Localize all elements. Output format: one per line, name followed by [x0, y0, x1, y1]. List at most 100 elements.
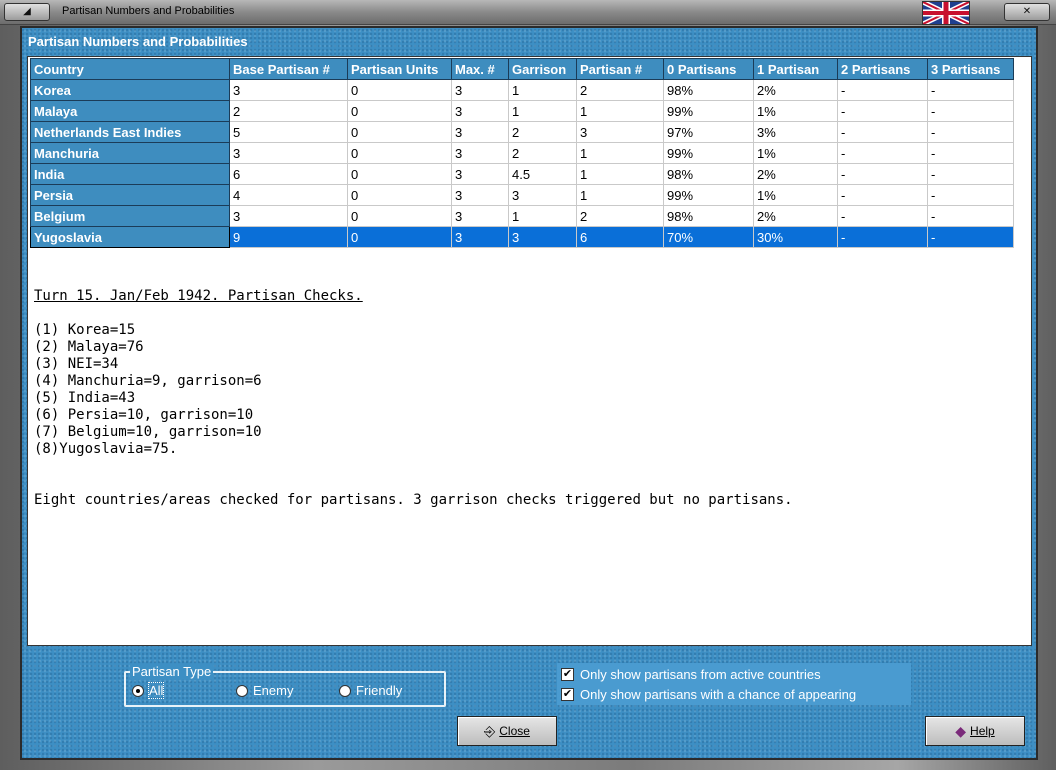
table-row[interactable]: Malaya 2 0 3 1 1 99% 1% - -	[30, 100, 1014, 122]
radio-all-label: All	[147, 682, 165, 699]
table-cell: 2%	[753, 79, 838, 101]
table-cell: 4.5	[508, 163, 577, 185]
table-cell: 3%	[753, 121, 838, 143]
notes-header: Turn 15. Jan/Feb 1942. Partisan Checks.	[34, 288, 363, 304]
table-cell: -	[837, 142, 928, 164]
radio-friendly[interactable]: Friendly	[339, 683, 402, 698]
notes-line: (4) Manchuria=9, garrison=6	[34, 373, 262, 389]
table-cell: 2%	[753, 205, 838, 227]
table-cell: 2	[229, 100, 348, 122]
table-header-row: Country Base Partisan # Partisan Units M…	[30, 58, 1014, 80]
col-header-0-partisans[interactable]: 0 Partisans	[663, 58, 754, 80]
checkmark-icon[interactable]: ✔	[561, 668, 574, 681]
table-cell: 3	[451, 121, 509, 143]
table-cell: 3	[451, 163, 509, 185]
chance-label: Only show partisans with a chance of app…	[580, 687, 857, 702]
radio-dot-icon[interactable]	[339, 684, 351, 697]
radio-dot-icon[interactable]	[236, 684, 248, 697]
col-header-base-partisan[interactable]: Base Partisan #	[229, 58, 348, 80]
close-button-label: Close	[499, 724, 530, 738]
table-cell: -	[927, 226, 1014, 248]
table-row-selected[interactable]: Yugoslavia 9 0 3 3 6 70% 30% - -	[30, 226, 1014, 248]
chance-checkbox[interactable]: ✔ Only show partisans with a chance of a…	[561, 687, 856, 702]
radio-all[interactable]: All	[132, 682, 165, 699]
table-cell: 0	[347, 121, 452, 143]
table-cell: 70%	[663, 226, 754, 248]
union-jack-flag-icon	[922, 1, 970, 25]
table-cell: -	[837, 184, 928, 206]
col-header-max[interactable]: Max. #	[451, 58, 509, 80]
table-cell: -	[927, 184, 1014, 206]
table-cell: 3	[576, 121, 664, 143]
country-cell[interactable]: Korea	[30, 79, 230, 101]
table-cell: 2%	[753, 163, 838, 185]
notes-line: (8)Yugoslavia=75.	[34, 441, 178, 457]
country-cell[interactable]: Malaya	[30, 100, 230, 122]
col-header-1-partisan[interactable]: 1 Partisan	[753, 58, 838, 80]
country-cell[interactable]: Belgium	[30, 205, 230, 227]
radio-enemy[interactable]: Enemy	[236, 683, 293, 698]
col-header-3-partisans[interactable]: 3 Partisans	[927, 58, 1014, 80]
country-cell[interactable]: Yugoslavia	[30, 226, 230, 248]
table-cell: -	[837, 226, 928, 248]
country-cell[interactable]: Netherlands East Indies	[30, 121, 230, 143]
table-row[interactable]: Belgium 3 0 3 1 2 98% 2% - -	[30, 205, 1014, 227]
radio-friendly-label: Friendly	[356, 683, 403, 698]
close-button[interactable]: ⎆ Close	[457, 716, 557, 746]
table-cell: -	[927, 121, 1014, 143]
table-cell: 2	[576, 205, 664, 227]
partisan-type-group: Partisan Type All Enemy Friendly	[124, 664, 446, 707]
table-cell: 6	[576, 226, 664, 248]
col-header-garrison[interactable]: Garrison	[508, 58, 577, 80]
help-book-icon: ◆	[955, 722, 967, 739]
active-countries-label: Only show partisans from active countrie…	[580, 667, 821, 682]
window-menu-button[interactable]: ◢	[4, 3, 50, 21]
table-cell: 99%	[663, 184, 754, 206]
table-cell: 0	[347, 205, 452, 227]
close-door-icon: ⎆	[484, 722, 496, 739]
table-cell: 30%	[753, 226, 838, 248]
notes-line: (6) Persia=10, garrison=10	[34, 407, 254, 423]
table-cell: 2	[508, 142, 577, 164]
notes-line: (1) Korea=15	[34, 322, 136, 338]
col-header-2-partisans[interactable]: 2 Partisans	[837, 58, 928, 80]
table-cell: 1%	[753, 184, 838, 206]
country-cell[interactable]: Manchuria	[30, 142, 230, 164]
table-cell: -	[837, 205, 928, 227]
table-cell: 3	[229, 79, 348, 101]
radio-dot-icon[interactable]	[132, 684, 144, 697]
col-header-country[interactable]: Country	[30, 58, 230, 80]
partisan-type-legend: Partisan Type	[130, 664, 214, 679]
country-cell[interactable]: India	[30, 163, 230, 185]
checkmark-icon[interactable]: ✔	[561, 688, 574, 701]
table-cell: 2	[576, 79, 664, 101]
help-button[interactable]: ◆ Help	[925, 716, 1025, 746]
table-cell: 0	[347, 79, 452, 101]
notes-summary: Eight countries/areas checked for partis…	[34, 492, 793, 508]
country-cell[interactable]: Persia	[30, 184, 230, 206]
table-row[interactable]: Netherlands East Indies 5 0 3 2 3 97% 3%…	[30, 121, 1014, 143]
table-row[interactable]: Manchuria 3 0 3 2 1 99% 1% - -	[30, 142, 1014, 164]
window-close-button[interactable]: ✕	[1004, 3, 1050, 21]
table-cell: -	[837, 121, 928, 143]
table-cell: 1	[576, 142, 664, 164]
table-cell: 98%	[663, 79, 754, 101]
table-cell: 3	[451, 184, 509, 206]
table-cell: 1	[508, 100, 577, 122]
col-header-partisan-number[interactable]: Partisan #	[576, 58, 664, 80]
table-cell: 0	[347, 163, 452, 185]
col-header-partisan-units[interactable]: Partisan Units	[347, 58, 452, 80]
table-cell: 3	[451, 100, 509, 122]
active-countries-checkbox[interactable]: ✔ Only show partisans from active countr…	[561, 667, 821, 682]
table-cell: 5	[229, 121, 348, 143]
table-row[interactable]: India 6 0 3 4.5 1 98% 2% - -	[30, 163, 1014, 185]
table-cell: 3	[508, 184, 577, 206]
partisan-check-notes: Turn 15. Jan/Feb 1942. Partisan Checks. …	[34, 288, 1014, 509]
table-cell: -	[837, 163, 928, 185]
table-cell: 99%	[663, 100, 754, 122]
table-row[interactable]: Persia 4 0 3 3 1 99% 1% - -	[30, 184, 1014, 206]
table-row[interactable]: Korea 3 0 3 1 2 98% 2% - -	[30, 79, 1014, 101]
table-cell: 0	[347, 100, 452, 122]
table-cell: 3	[451, 79, 509, 101]
table-cell: 0	[347, 226, 452, 248]
